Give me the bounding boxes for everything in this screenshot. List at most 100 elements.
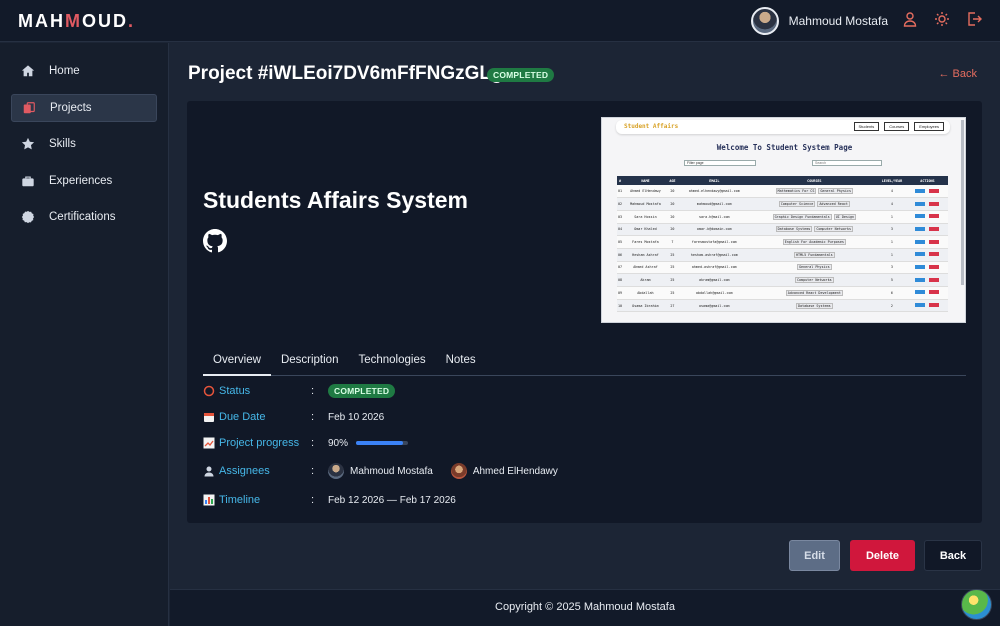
screenshot-delete-button [929, 188, 940, 193]
screenshot-course-tag: Computer Networks [814, 226, 854, 233]
briefcase-icon [22, 175, 34, 186]
star-icon [21, 137, 35, 150]
screenshot-search: Search [812, 160, 882, 166]
assignees-row: Assignees : Mahmoud Mostafa Ahmed ElHend… [203, 461, 558, 481]
screenshot-table-cell: 4 [876, 197, 907, 211]
screenshot-course-tag: General Physics [797, 264, 832, 271]
user-menu[interactable]: Mahmoud Mostafa [750, 6, 888, 36]
bar-chart-icon [203, 494, 215, 506]
calendar-icon [204, 413, 214, 422]
screenshot-table-row: 01 Ahmed ElHendawy 20 ahmed.elhendawy@gmail… [617, 185, 948, 199]
screenshot-delete-button [929, 239, 940, 244]
sidebar-item-skills[interactable]: Skills [11, 130, 157, 158]
back-button[interactable]: Back [924, 540, 982, 571]
screenshot-table-header: EMAIL [676, 176, 752, 185]
screenshot-table-row: 09 Abdallah 25 abdallah@gmail.com Advanced R… [617, 286, 948, 300]
screenshot-table-header: ACTIONS [906, 176, 948, 185]
logout-icon[interactable] [966, 11, 982, 27]
due-date-label: Due Date [219, 411, 266, 423]
screenshot-edit-button [915, 264, 926, 269]
tab-technologies[interactable]: Technologies [348, 347, 435, 376]
screenshot-table-cell: Omar Khaled [623, 223, 668, 237]
back-link[interactable]: ← Back [938, 68, 977, 80]
separator: : [311, 494, 315, 506]
screenshot-nav-item: Employees [914, 122, 944, 131]
logo[interactable]: MAHMOUD. [18, 11, 135, 32]
screenshot-table-cell: 27 [667, 299, 677, 313]
tab-overview[interactable]: Overview [203, 347, 271, 376]
screenshot-actions-cell [906, 210, 948, 224]
github-icon[interactable] [203, 229, 227, 253]
screenshot-navbar: Student Affairs Students Courses Employe… [616, 120, 950, 134]
separator: : [311, 465, 315, 477]
screenshot-delete-button [929, 290, 940, 295]
chart-up-icon [203, 437, 215, 449]
screenshot-table-cell: 6 [876, 286, 907, 300]
screenshot-table-row: 04 Omar Khaled 20 omar.k@domain.com Database… [617, 223, 948, 237]
screenshot-table-cell: Sara Hossin [623, 210, 668, 224]
tab-description[interactable]: Description [271, 347, 349, 376]
screenshot-delete-button [929, 252, 940, 257]
sidebar-item-home[interactable]: Home [11, 57, 157, 85]
screenshot-course-tag: English For Academic Purposes [782, 239, 846, 246]
screenshot-delete-button [929, 303, 940, 308]
status-circle-icon [203, 385, 215, 397]
screenshot-table-row: 07 Ahmed Ashraf 25 ahmed.ashraf@gmail.com Ge… [617, 261, 948, 275]
screenshot-table-cell: HTML5 Fundamentals [751, 248, 877, 262]
screenshot-course-tag: Database Systems [795, 302, 833, 309]
delete-button[interactable]: Delete [850, 540, 915, 571]
screenshot-edit-button [915, 239, 926, 244]
screenshot-table-cell: 1 [876, 248, 907, 262]
page-title: Project #iWLEoi7DV6mFfFNGzGLg [188, 63, 503, 84]
screenshot-table-row: 10 Osama Ibrahim 27 osama@gmail.com Database… [617, 299, 948, 313]
screenshot-table-cell: Ahmed ElHendawy [623, 185, 668, 199]
user-icon[interactable] [902, 11, 918, 27]
screenshot-table-row: 03 Sara Hossin 20 sara.h@mail.com Graphic De… [617, 210, 948, 224]
separator: : [311, 411, 315, 423]
screenshot-course-tag: Computer Networks [794, 277, 834, 284]
separator: : [311, 385, 315, 397]
screenshot-edit-button [915, 188, 926, 193]
screenshot-heading: Welcome To Student System Page [716, 143, 853, 152]
top-bar: MAHMOUD. Mahmoud Mostafa [0, 0, 1000, 42]
project-name: Students Affairs System [203, 187, 468, 213]
screenshot-table-header: NAME [623, 176, 668, 185]
progress-bar-fill [356, 441, 403, 445]
screenshot-edit-button [915, 290, 926, 295]
screenshot-table-cell: Advanced React Development [751, 286, 877, 300]
due-date-value: Feb 10 2026 [328, 411, 385, 423]
screenshot-select: Filter page [684, 160, 756, 166]
due-date-row: Due Date : Feb 10 2026 [203, 407, 384, 427]
screenshot-table-cell: Mahmoud Mostafa [623, 197, 668, 211]
screenshot-table-cell: Graphic Design Fundamentals UI Design [751, 210, 877, 224]
screenshot-table-cell: omar.k@domain.com [676, 223, 752, 237]
screenshot-table-cell: Computer Networks [751, 273, 877, 287]
screenshot-delete-button [929, 226, 940, 231]
screenshot-delete-button [929, 264, 940, 269]
screenshot-course-tag: Computer Science [778, 201, 816, 208]
sidebar: Home Projects Skills Experiences Certifi… [0, 43, 169, 626]
screenshot-table-row: 06 Hesham Ashraf 25 hesham.ashraf@gmail.com… [617, 248, 948, 262]
screenshot-course-tag: Advanced React [817, 201, 850, 208]
screenshot-table-cell: 3 [876, 261, 907, 275]
screenshot-table-row: 08 Akram 25 akram@gmail.com Computer Network… [617, 273, 948, 287]
screenshot-edit-button [915, 303, 926, 308]
screenshot-actions-cell [906, 185, 948, 199]
tab-notes[interactable]: Notes [436, 347, 486, 376]
sidebar-item-experiences[interactable]: Experiences [11, 167, 157, 195]
screenshot-course-tag: UI Design [833, 213, 857, 220]
sidebar-item-certifications[interactable]: Certifications [11, 203, 157, 231]
copyright-text: Copyright © 2025 Mahmoud Mostafa [495, 601, 675, 613]
sun-icon[interactable] [934, 11, 950, 27]
assignees-label: Assignees [219, 465, 270, 477]
screenshot-course-tag: Advanced React Development [785, 289, 843, 296]
screenshot-nav: Students Courses Employees [853, 122, 944, 131]
theme-ball-icon[interactable] [961, 589, 992, 620]
top-icons [902, 11, 982, 27]
sidebar-item-projects[interactable]: Projects [11, 93, 157, 122]
edit-button[interactable]: Edit [789, 540, 840, 571]
screenshot-table-cell: ahmed.ashraf@gmail.com [676, 261, 752, 275]
status-row: Status : COMPLETED [203, 381, 396, 401]
avatar [750, 7, 779, 35]
screenshot-table-header: COURSES [751, 176, 877, 185]
